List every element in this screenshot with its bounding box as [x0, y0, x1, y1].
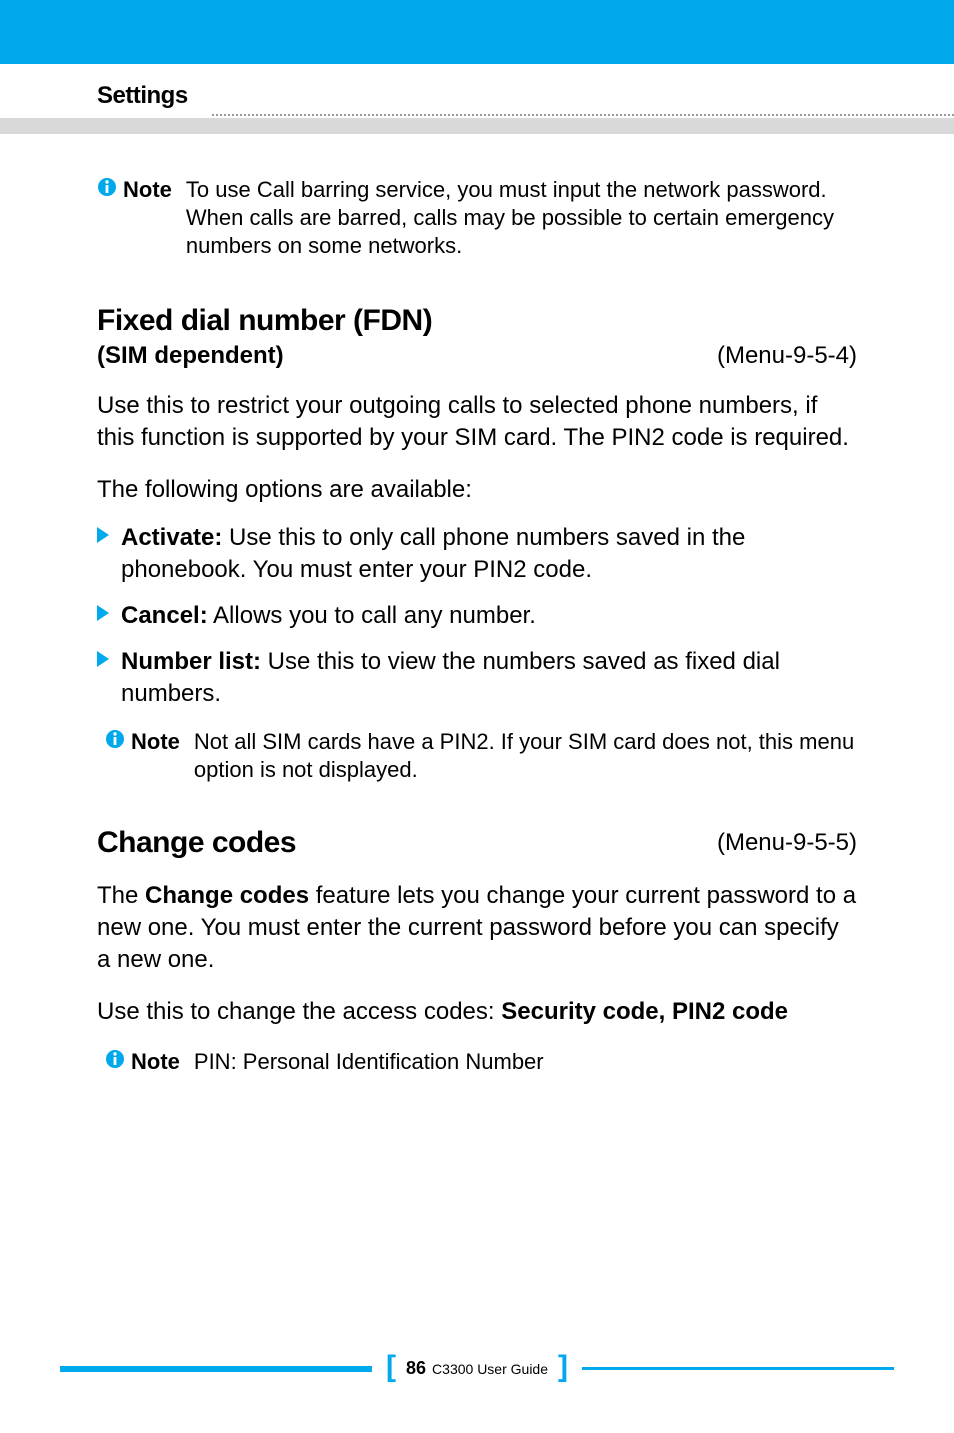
list-item: Number list: Use this to view the number… — [97, 646, 857, 710]
section-heading: Change codes — [97, 826, 296, 860]
bullet-text: Number list: Use this to view the number… — [121, 646, 857, 710]
footer-center: [ 86 C3300 User Guide ] — [378, 1358, 576, 1379]
bullet-label: Number list: — [121, 648, 261, 675]
text-bold: Change codes — [145, 882, 309, 909]
bullet-label: Activate: — [121, 524, 222, 551]
list-item: Activate: Use this to only call phone nu… — [97, 522, 857, 586]
section-heading-row: Fixed dial number (FDN) (SIM dependent) … — [97, 304, 857, 370]
note-text: PIN: Personal Identification Number — [194, 1048, 857, 1076]
section-header-row: Settings — [0, 72, 954, 118]
page-root: Settings Note To use Call barring servic… — [0, 0, 954, 1433]
note-text: To use Call barring service, you must in… — [186, 176, 857, 260]
bullet-text: Activate: Use this to only call phone nu… — [121, 522, 857, 586]
list-item: Cancel: Allows you to call any number. — [97, 600, 857, 632]
text-pre: Use this to change the access codes: — [97, 998, 501, 1025]
guide-label: C3300 User Guide — [432, 1361, 548, 1377]
bullet-text: Cancel: Allows you to call any number. — [121, 600, 857, 632]
bullet-label: Cancel: — [121, 602, 208, 629]
menu-reference: (Menu-9-5-5) — [717, 829, 857, 857]
note-label: Note — [123, 176, 172, 260]
info-icon — [105, 1049, 125, 1076]
note-block: Note Not all SIM cards have a PIN2. If y… — [105, 728, 857, 784]
note-block: Note PIN: Personal Identification Number — [105, 1048, 857, 1076]
page-section-title: Settings — [97, 82, 188, 110]
triangle-icon — [97, 605, 111, 621]
text-pre: The — [97, 882, 145, 909]
section-heading-left: Fixed dial number (FDN) (SIM dependent) — [97, 304, 432, 370]
body-paragraph: The following options are available: — [97, 474, 857, 506]
info-icon — [105, 729, 125, 784]
body-paragraph: Use this to restrict your outgoing calls… — [97, 390, 857, 454]
triangle-icon — [97, 651, 111, 667]
note-label: Note — [131, 1048, 180, 1076]
body-paragraph: Use this to change the access codes: Sec… — [97, 996, 857, 1028]
page-footer: [ 86 C3300 User Guide ] — [0, 1358, 954, 1379]
bracket-right-icon: ] — [558, 1357, 568, 1377]
bullet-list: Activate: Use this to only call phone nu… — [97, 522, 857, 710]
note-text: Not all SIM cards have a PIN2. If your S… — [194, 728, 857, 784]
bullet-body: Allows you to call any number. — [208, 602, 536, 629]
text-bold: Security code, PIN2 code — [501, 998, 788, 1025]
body-paragraph: The Change codes feature lets you change… — [97, 880, 857, 976]
grey-sub-bar — [0, 118, 954, 134]
footer-line: [ 86 C3300 User Guide ] — [0, 1358, 954, 1379]
info-icon — [97, 177, 117, 260]
footer-rule-right — [582, 1367, 894, 1370]
section-subheading: (SIM dependent) — [97, 342, 432, 370]
bracket-left-icon: [ — [386, 1357, 396, 1377]
section-heading-row: Change codes (Menu-9-5-5) — [97, 826, 857, 860]
note-label: Note — [131, 728, 180, 784]
triangle-icon — [97, 527, 111, 543]
page-number: 86 — [406, 1358, 426, 1379]
footer-rule-left — [60, 1366, 372, 1372]
note-block: Note To use Call barring service, you mu… — [97, 176, 857, 260]
section-heading: Fixed dial number (FDN) — [97, 304, 432, 338]
menu-reference: (Menu-9-5-4) — [717, 342, 857, 370]
content-area: Note To use Call barring service, you mu… — [0, 176, 954, 1076]
top-accent-bar — [0, 0, 954, 64]
